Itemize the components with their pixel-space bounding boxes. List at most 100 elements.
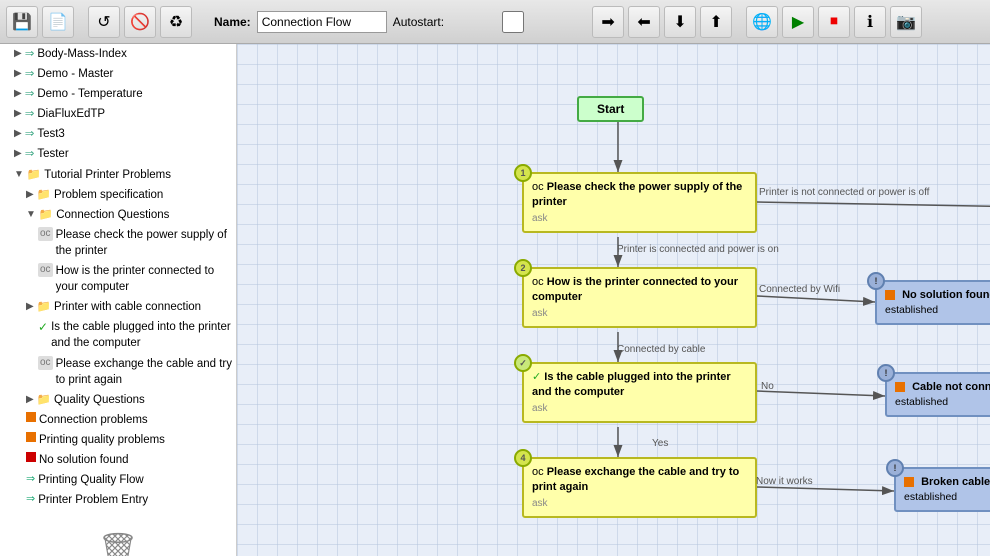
- green-arrow-icon: ⇒: [26, 472, 35, 487]
- name-input[interactable]: [257, 11, 387, 33]
- arrow-icon: ▶: [14, 47, 22, 61]
- folder-icon: 📁: [27, 167, 41, 183]
- nav-left-button[interactable]: ⬅: [628, 6, 660, 38]
- sidebar-item-tutorial[interactable]: ▼ 📁 Tutorial Printer Problems: [0, 165, 236, 185]
- sidebar: ▶ ⇒ Body-Mass-Index ▶ ⇒ Demo - Master ▶ …: [0, 44, 237, 556]
- camera-button[interactable]: 📷: [890, 6, 922, 38]
- arrow-icon: ▶: [14, 107, 22, 121]
- orange-square-icon: [26, 412, 36, 422]
- sidebar-label: Tester: [37, 146, 232, 162]
- flow-icon: ⇒: [25, 106, 35, 122]
- result-sub-4: established: [904, 490, 990, 504]
- result-node-4[interactable]: ! Broken cable established: [894, 467, 990, 512]
- sidebar-label: No solution found: [39, 452, 232, 468]
- result-text-2: No solution found: [902, 289, 990, 301]
- sidebar-item-test3[interactable]: ▶ ⇒ Test3: [0, 124, 236, 144]
- node-text-1: Please check the power supply of the pri…: [532, 181, 742, 208]
- sidebar-label: Printing quality problems: [39, 432, 232, 448]
- sidebar-item-q-exchange[interactable]: oc Please exchange the cable and try to …: [0, 354, 236, 390]
- sidebar-label: Connection problems: [39, 412, 232, 428]
- start-node[interactable]: Start: [577, 96, 644, 122]
- q-green-icon: ✓: [38, 319, 48, 336]
- sidebar-item-print-qual[interactable]: Printing quality problems: [0, 430, 236, 450]
- q-icon: oc: [38, 356, 53, 370]
- save-button[interactable]: 💾: [6, 6, 38, 38]
- sidebar-item-body-mass[interactable]: ▶ ⇒ Body-Mass-Index: [0, 44, 236, 64]
- stop2-button[interactable]: ⏹: [818, 6, 850, 38]
- orange-sq-icon-4: [904, 477, 914, 487]
- flow-node-3[interactable]: ✓ ✓ Is the cable plugged into the printe…: [522, 362, 757, 423]
- sidebar-item-demo-temp[interactable]: ▶ ⇒ Demo - Temperature: [0, 84, 236, 104]
- new-button[interactable]: 📄: [42, 6, 74, 38]
- info-button[interactable]: ℹ: [854, 6, 886, 38]
- start-label: Start: [597, 102, 624, 116]
- main-area: ▶ ⇒ Body-Mass-Index ▶ ⇒ Demo - Master ▶ …: [0, 44, 990, 556]
- result-text-4: Broken cable: [921, 476, 990, 488]
- flow-canvas[interactable]: Start 1 oc Please check the power supply…: [237, 44, 990, 556]
- edge-label-3: Connected by Wifi: [759, 284, 840, 295]
- nav-up-button[interactable]: ⬆: [700, 6, 732, 38]
- flow-node-2[interactable]: 2 oc How is the printer connected to you…: [522, 267, 757, 328]
- arrow-icon: ▶: [14, 87, 22, 101]
- sidebar-item-cable-conn[interactable]: ▶ 📁 Printer with cable connection: [0, 297, 236, 317]
- node-badge-3: ✓: [514, 354, 532, 372]
- sidebar-item-no-sol[interactable]: No solution found: [0, 450, 236, 470]
- sidebar-item-conn-q[interactable]: ▼ 📁 Connection Questions: [0, 205, 236, 225]
- sidebar-label: Please check the power supply of the pri…: [56, 227, 232, 259]
- sidebar-label: Please exchange the cable and try to pri…: [56, 356, 232, 388]
- result-node-2[interactable]: ! No solution found established: [875, 280, 990, 325]
- sidebar-label: Is the cable plugged into the printer an…: [51, 319, 232, 351]
- flow-node-1[interactable]: 1 oc Please check the power supply of th…: [522, 172, 757, 233]
- sidebar-label: Quality Questions: [54, 392, 232, 408]
- orange-sq-icon-3: [895, 382, 905, 392]
- orange-sq-icon-2: [885, 290, 895, 300]
- sidebar-label: Connection Questions: [56, 207, 232, 223]
- sidebar-item-prob-spec[interactable]: ▶ 📁 Problem specification: [0, 185, 236, 205]
- trash-icon[interactable]: 🗑: [10, 530, 226, 556]
- sidebar-item-q-cable[interactable]: ✓ Is the cable plugged into the printer …: [0, 317, 236, 353]
- sidebar-item-tester[interactable]: ▶ ⇒ Tester: [0, 144, 236, 164]
- node-type-2: ask: [532, 307, 747, 321]
- sidebar-item-q-power[interactable]: oc Please check the power supply of the …: [0, 225, 236, 261]
- sidebar-item-print-flow[interactable]: ⇒ Printing Quality Flow: [0, 470, 236, 490]
- arrow-icon: ▶: [14, 67, 22, 81]
- globe-button[interactable]: 🌐: [746, 6, 778, 38]
- folder-icon: 📁: [37, 299, 51, 315]
- sidebar-label: Problem specification: [54, 187, 232, 203]
- arrow-icon: ▼: [26, 208, 36, 222]
- nav-right-button[interactable]: ➡: [592, 6, 624, 38]
- edge-label-6: Yes: [652, 438, 668, 449]
- result-sub-2: established: [885, 303, 990, 317]
- sidebar-label: How is the printer connected to your com…: [56, 263, 232, 295]
- sidebar-item-printer-entry[interactable]: ⇒ Printer Problem Entry: [0, 490, 236, 510]
- sidebar-label: Printer with cable connection: [54, 299, 232, 315]
- flow-icon: ⇒: [25, 86, 35, 102]
- q-icon: oc: [38, 263, 53, 277]
- refresh-button[interactable]: ♻: [160, 6, 192, 38]
- edge-label-4: Connected by cable: [617, 344, 705, 355]
- flow-icon: ⇒: [25, 126, 35, 142]
- arrow-icon: ▶: [26, 393, 34, 407]
- sidebar-item-q-how[interactable]: oc How is the printer connected to your …: [0, 261, 236, 297]
- edge-label-1: Printer is not connected or power is off: [759, 187, 929, 198]
- node-badge-1: 1: [514, 164, 532, 182]
- sidebar-item-demo-master[interactable]: ▶ ⇒ Demo - Master: [0, 64, 236, 84]
- sidebar-item-quality-q[interactable]: ▶ 📁 Quality Questions: [0, 390, 236, 410]
- result-badge-2: !: [867, 272, 885, 290]
- arrow-icon: ▶: [26, 188, 34, 202]
- folder-icon: 📁: [37, 187, 51, 203]
- node-text-3: Is the cable plugged into the printer an…: [532, 371, 731, 398]
- undo-button[interactable]: ↺: [88, 6, 120, 38]
- node-icon-3: ✓: [532, 371, 541, 383]
- nav-down-button[interactable]: ⬇: [664, 6, 696, 38]
- flow-node-4[interactable]: 4 oc Please exchange the cable and try t…: [522, 457, 757, 518]
- toolbar: 💾 📄 ↺ 🚫 ♻ Name: Autostart: ➡ ⬅ ⬇ ⬆ 🌐 ▶ ⏹…: [0, 0, 990, 44]
- result-node-3[interactable]: ! Cable not connected established: [885, 372, 990, 417]
- play-button[interactable]: ▶: [782, 6, 814, 38]
- sidebar-item-diaflux[interactable]: ▶ ⇒ DiaFluxEdTP: [0, 104, 236, 124]
- sidebar-item-conn-prob[interactable]: Connection problems: [0, 410, 236, 430]
- autostart-checkbox[interactable]: [448, 11, 578, 33]
- flow-icon: ⇒: [25, 146, 35, 162]
- orange-square-icon: [26, 432, 36, 442]
- stop-button[interactable]: 🚫: [124, 6, 156, 38]
